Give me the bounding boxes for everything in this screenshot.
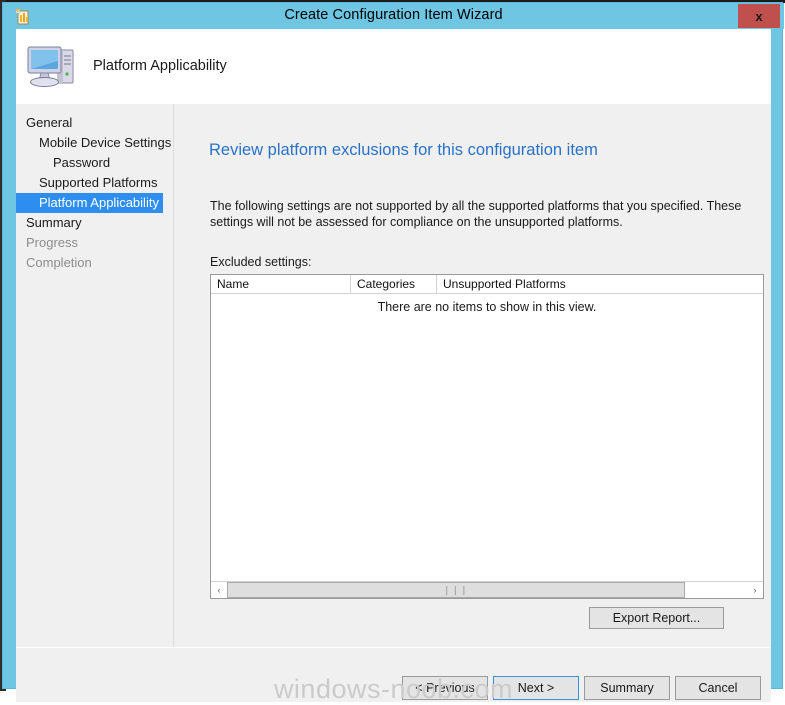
content-heading: Review platform exclusions for this conf…	[209, 141, 598, 159]
empty-state-message: There are no items to show in this view.	[377, 300, 597, 314]
list-column-headers: Name Categories Unsupported Platforms	[211, 275, 763, 294]
wizard-steps-list: General Mobile Device Settings Password Sup…	[16, 104, 173, 273]
sidebar-item-password[interactable]: Password	[16, 153, 173, 173]
wizard-steps-sidebar: General Mobile Device Settings Password Sup…	[16, 104, 182, 673]
close-icon[interactable]: x	[738, 4, 780, 28]
computer-monitor-icon	[25, 41, 81, 93]
page-title: Platform Applicability	[93, 58, 227, 74]
title-bar[interactable]: Create Configuration Item Wizard x	[3, 3, 784, 29]
column-header-name[interactable]: Name	[211, 275, 351, 293]
list-horizontal-scrollbar[interactable]: ‹ ❘❘❘ ›	[211, 581, 763, 598]
sidebar-item-mobile-device-settings[interactable]: Mobile Device Settings	[16, 133, 173, 153]
list-scroll-track[interactable]: ❘❘❘	[227, 582, 747, 598]
excluded-settings-list[interactable]: Name Categories Unsupported Platforms Th…	[210, 274, 764, 599]
export-report-button[interactable]: Export Report...	[589, 607, 724, 629]
column-header-categories[interactable]: Categories	[351, 275, 437, 293]
cancel-button[interactable]: Cancel	[675, 676, 761, 700]
window-title: Create Configuration Item Wizard	[284, 7, 503, 23]
previous-button[interactable]: < Previous	[402, 676, 488, 700]
header-banner: Platform Applicability	[16, 29, 771, 104]
sidebar-item-summary[interactable]: Summary	[16, 213, 173, 233]
wizard-window: Create Configuration Item Wizard x Platf…	[2, 2, 784, 704]
column-header-unsupported-platforms[interactable]: Unsupported Platforms	[437, 275, 763, 293]
excluded-settings-label: Excluded settings:	[210, 255, 312, 269]
sidebar-item-progress[interactable]: Progress	[16, 233, 173, 253]
summary-button[interactable]: Summary	[584, 676, 670, 700]
list-scroll-thumb[interactable]: ❘❘❘	[227, 582, 685, 598]
next-button[interactable]: Next >	[493, 676, 579, 700]
sidebar-item-general[interactable]: General	[16, 113, 173, 133]
sidebar-item-supported-platforms[interactable]: Supported Platforms	[16, 173, 173, 193]
scroll-left-icon[interactable]: ‹	[211, 582, 227, 598]
content-description: The following settings are not supported…	[210, 199, 742, 229]
footer-button-bar: < Previous Next > Summary Cancel	[16, 648, 771, 702]
client-area: Platform Applicability General Mobile Dev…	[16, 29, 771, 704]
main-content: Review platform exclusions for this conf…	[175, 104, 771, 673]
scroll-right-icon[interactable]: ›	[747, 582, 763, 598]
sidebar-item-platform-applicability[interactable]: Platform Applicability	[16, 193, 163, 213]
sidebar-item-completion[interactable]: Completion	[16, 253, 173, 273]
